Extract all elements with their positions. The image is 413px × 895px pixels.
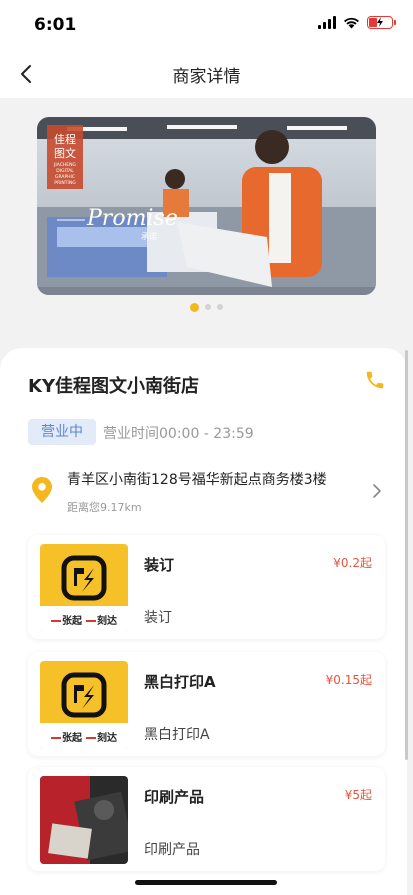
store-name: KY佳程图文小南街店 (28, 376, 199, 397)
location-pin-icon (32, 477, 52, 503)
product-title: 装订 (144, 556, 175, 574)
product-subtitle: 装订 (144, 610, 172, 626)
scrollbar[interactable] (405, 350, 408, 760)
carousel-indicator (0, 303, 413, 312)
status-icons (318, 16, 396, 29)
product-card[interactable]: 印刷产品 印刷产品 ¥5起 (28, 767, 385, 871)
page-title: 商家详情 (172, 67, 241, 87)
product-card[interactable]: 张起 刻达 装订 装订 ¥0.2起 (28, 535, 385, 639)
banner-logo-sub-3: GRAPHIC (55, 174, 75, 180)
product-price: ¥5起 (344, 788, 372, 802)
cellular-signal-icon (318, 16, 336, 29)
address-row[interactable]: 青羊区小南街128号福华新起点商务楼3楼 距离您9.17km (20, 464, 390, 520)
banner-logo-sub-1: JIACHENG (53, 162, 76, 168)
status-bar: 6:01 (0, 0, 413, 50)
wifi-icon (344, 17, 359, 29)
product-subtitle: 印刷产品 (144, 842, 200, 858)
battery-charging-icon (367, 16, 396, 29)
product-logo-image: 张起 刻达 (40, 661, 128, 749)
product-photo-image (40, 776, 128, 864)
banner-logo-line-1: 佳程 (54, 132, 76, 146)
product-subtitle: 黑白打印A (144, 727, 210, 743)
call-button[interactable] (364, 369, 386, 391)
chevron-right-icon (373, 484, 381, 498)
banner-carousel[interactable]: 佳程 图文 JIACHENG DIGITAL GRAPHIC PRINTING … (37, 117, 376, 295)
banner-logo-sub-2: DIGITAL (56, 168, 74, 174)
banner-overlay-text: Promise (86, 206, 178, 231)
store-address: 青羊区小南街128号福华新起点商务楼3楼 (67, 472, 327, 488)
logo-slogan: 张起 刻达 (40, 606, 128, 632)
banner-image: 佳程 图文 JIACHENG DIGITAL GRAPHIC PRINTING … (37, 117, 376, 295)
product-logo-image: 张起 刻达 (40, 544, 128, 632)
nav-bar: 商家详情 (0, 50, 413, 98)
carousel-dot[interactable] (205, 304, 211, 310)
product-price: ¥0.2起 (333, 556, 372, 570)
status-badge: 营业中 (28, 419, 96, 445)
print-logo-icon (61, 672, 107, 718)
product-title: 黑白打印A (144, 673, 216, 691)
print-logo-icon (61, 555, 107, 601)
status-time: 6:01 (34, 15, 77, 35)
carousel-dot[interactable] (217, 304, 223, 310)
product-price: ¥0.15起 (325, 673, 372, 687)
banner-logo-line-2: 图文 (54, 146, 76, 160)
home-indicator[interactable] (135, 880, 277, 885)
product-title: 印刷产品 (144, 788, 205, 806)
store-distance: 距离您9.17km (67, 501, 142, 514)
product-card[interactable]: 张起 刻达 黑白打印A 黑白打印A ¥0.15起 (28, 652, 385, 756)
phone-icon (366, 371, 384, 389)
carousel-dot-active[interactable] (190, 303, 199, 312)
business-hours: 营业时间00:00 - 23:59 (103, 426, 254, 442)
banner-logo-sub-4: PRINTING (54, 180, 76, 186)
banner-overlay-sub: 承诺 (141, 231, 157, 241)
logo-slogan: 张起 刻达 (40, 723, 128, 749)
